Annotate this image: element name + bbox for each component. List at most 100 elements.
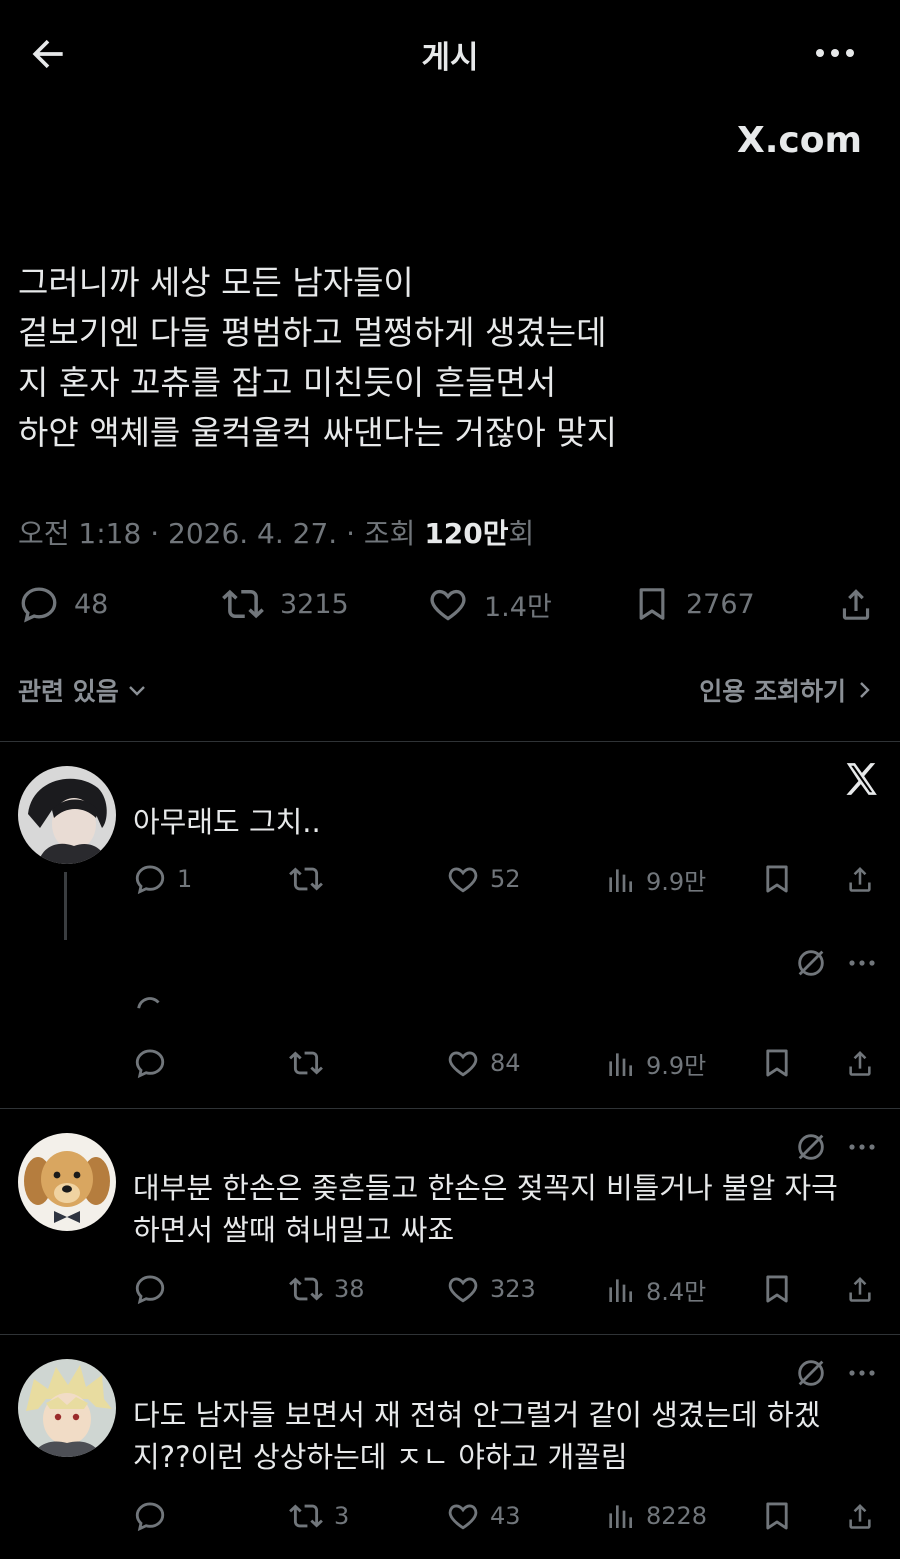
- like-count: 52: [490, 865, 521, 893]
- related-filter-button[interactable]: 관련 있음: [18, 672, 149, 708]
- grok-icon[interactable]: [794, 946, 828, 980]
- share-button[interactable]: [842, 862, 878, 896]
- share-icon: [849, 1276, 871, 1302]
- repost-count: 3215: [280, 588, 349, 620]
- reply-line: 아무래도 그치..: [133, 805, 321, 839]
- analytics-icon: [609, 868, 632, 892]
- loading-spinner-icon: [133, 994, 167, 1028]
- repost-icon: [289, 1277, 323, 1301]
- reply-count: 48: [74, 588, 109, 620]
- like-count: 323: [490, 1275, 536, 1303]
- avatar[interactable]: [18, 1359, 116, 1457]
- repost-count: 38: [334, 1275, 365, 1303]
- divider: [0, 1108, 900, 1109]
- more-options-button[interactable]: [810, 36, 860, 70]
- repost-button[interactable]: 3: [288, 1499, 349, 1533]
- like-button[interactable]: 1.4만: [426, 583, 552, 625]
- more-options-button[interactable]: [846, 1360, 878, 1386]
- more-icon: [849, 960, 875, 966]
- like-button[interactable]: 52: [446, 862, 521, 896]
- post-line: 지 혼자 꼬츄를 잡고 미친듯이 흔들면서: [18, 363, 557, 402]
- divider: [0, 1334, 900, 1335]
- bookmark-button[interactable]: [760, 1272, 794, 1306]
- post-text: 그러니까 세상 모든 남자들이 겉보기엔 다들 평범하고 멀쩡하게 생겼는데 지…: [18, 258, 878, 458]
- grok-icon[interactable]: [794, 1130, 828, 1164]
- share-icon: [849, 1503, 871, 1529]
- reply-icon: [135, 1502, 165, 1532]
- more-options-button[interactable]: [846, 950, 878, 976]
- reply-button[interactable]: [133, 1499, 177, 1533]
- x-com-watermark: X.com: [736, 120, 862, 161]
- repost-button[interactable]: [288, 862, 334, 896]
- bookmark-count: 2767: [686, 588, 755, 620]
- more-icon: [849, 1144, 875, 1150]
- bookmark-icon: [766, 1502, 788, 1530]
- reply-icon: [135, 1049, 165, 1079]
- reply-icon: [135, 1275, 165, 1305]
- repost-button[interactable]: [288, 1046, 334, 1080]
- divider: [0, 741, 900, 742]
- share-button[interactable]: [842, 1272, 878, 1306]
- post-line: 하얀 액체를 울컥울컥 싸댄다는 거잖아 맞지: [18, 413, 617, 452]
- bookmark-icon: [766, 1275, 788, 1303]
- like-button[interactable]: 84: [446, 1046, 521, 1080]
- avatar[interactable]: [18, 766, 116, 864]
- bookmark-icon: [639, 588, 665, 620]
- like-button[interactable]: 43: [446, 1499, 521, 1533]
- view-count: 9.9만: [646, 1052, 707, 1080]
- bookmark-button[interactable]: 2767: [632, 583, 755, 625]
- repost-button[interactable]: 3215: [220, 583, 349, 625]
- reply-icon: [135, 865, 165, 895]
- like-count: 84: [490, 1049, 521, 1077]
- share-button[interactable]: [842, 1499, 878, 1533]
- reply-button[interactable]: 1: [133, 862, 192, 896]
- view-count: 8.4만: [646, 1278, 707, 1306]
- share-icon: [849, 1050, 871, 1076]
- post-line: 그러니까 세상 모든 남자들이: [18, 263, 414, 302]
- chevron-right-icon: [860, 682, 870, 698]
- views-button[interactable]: 9.9만: [604, 862, 706, 897]
- reply-count: 1: [177, 865, 193, 893]
- repost-count: 3: [334, 1502, 350, 1530]
- reply-line: 다도 남자들 보면서 재 전혀 안그럴거 같이 생겼는데 하겠: [133, 1398, 821, 1432]
- avatar[interactable]: [18, 1133, 116, 1231]
- bookmark-button[interactable]: [760, 1046, 794, 1080]
- post-timestamp: 오전 1:18 · 2026. 4. 27. · 조회: [18, 517, 425, 550]
- reply-text: 대부분 한손은 좆흔들고 한손은 젖꼭지 비틀거나 불알 자극 하면서 쌀때 혀…: [133, 1167, 873, 1251]
- reply-icon: [21, 587, 57, 623]
- repost-icon: [289, 1051, 323, 1075]
- post-meta: 오전 1:18 · 2026. 4. 27. · 조회 120만회: [18, 512, 534, 552]
- repost-button[interactable]: 38: [288, 1272, 365, 1306]
- share-icon: [842, 589, 870, 620]
- chevron-down-icon: [128, 686, 145, 696]
- related-label: 관련 있음: [18, 677, 119, 706]
- views-button[interactable]: 8.4만: [604, 1272, 706, 1307]
- share-button[interactable]: [834, 583, 878, 625]
- share-icon: [849, 866, 871, 892]
- reply-line: 대부분 한손은 좆흔들고 한손은 젖꼭지 비틀거나 불알 자극: [133, 1171, 838, 1205]
- repost-icon: [289, 1504, 323, 1528]
- like-count: 1.4만: [484, 591, 552, 623]
- share-button[interactable]: [842, 1046, 878, 1080]
- heart-icon: [448, 1277, 478, 1303]
- view-count: 9.9만: [646, 868, 707, 896]
- analytics-icon: [609, 1505, 632, 1528]
- view-quotes-link[interactable]: 인용 조회하기: [699, 672, 876, 708]
- view-suffix: 회: [508, 517, 535, 550]
- more-icon: [816, 49, 854, 57]
- bookmark-icon: [766, 865, 788, 893]
- analytics-icon: [609, 1278, 632, 1302]
- heart-icon: [430, 589, 466, 621]
- more-options-button[interactable]: [846, 1134, 878, 1160]
- reply-button[interactable]: [133, 1272, 177, 1306]
- bookmark-button[interactable]: [760, 862, 794, 896]
- views-button[interactable]: 8228: [604, 1499, 707, 1533]
- reply-button[interactable]: 48: [18, 583, 108, 625]
- views-button[interactable]: 9.9만: [604, 1046, 706, 1081]
- bookmark-button[interactable]: [760, 1499, 794, 1533]
- quotes-label: 인용 조회하기: [699, 677, 846, 706]
- grok-icon[interactable]: [794, 1356, 828, 1390]
- reply-button[interactable]: [133, 1046, 177, 1080]
- reply-text: 다도 남자들 보면서 재 전혀 안그럴거 같이 생겼는데 하겠 지??이런 상상…: [133, 1394, 873, 1478]
- like-button[interactable]: 323: [446, 1272, 536, 1306]
